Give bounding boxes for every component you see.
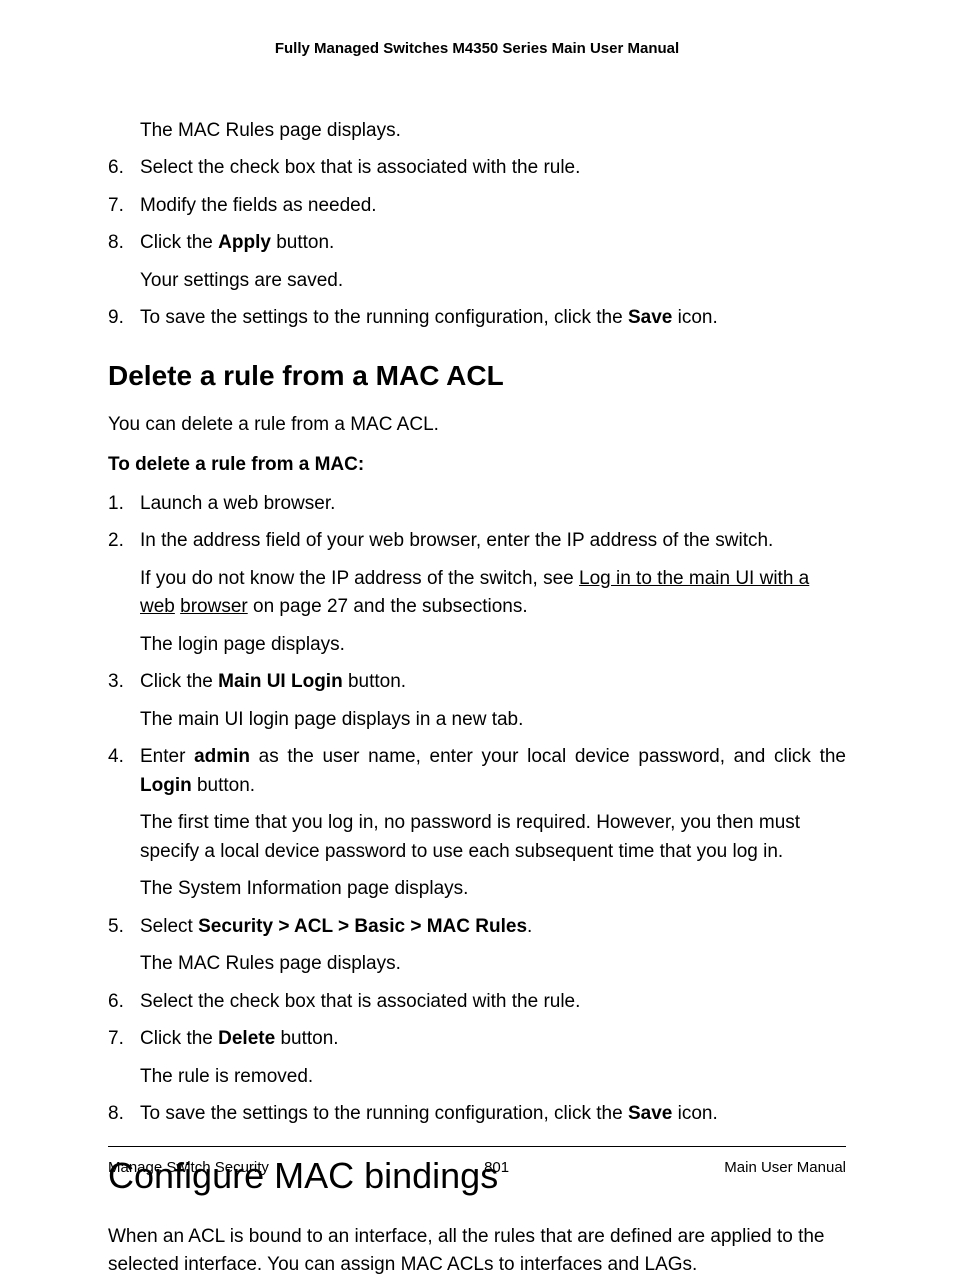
footer-page-number: 801 [484, 1157, 509, 1180]
step-text: Select the check box that is associated … [140, 154, 846, 183]
step-number: 3. [108, 668, 140, 734]
section-intro: You can delete a rule from a MAC ACL. [108, 411, 846, 440]
footer-rule [108, 1146, 846, 1147]
step-followup: The MAC Rules page displays. [140, 117, 846, 146]
step-followup: The first time that you log in, no passw… [140, 809, 846, 866]
step-number: 2. [108, 527, 140, 659]
step-followup: If you do not know the IP address of the… [140, 565, 846, 622]
step-number: 7. [108, 192, 140, 221]
footer-left: Manage Switch Security [108, 1157, 269, 1180]
step-followup: The rule is removed. [140, 1063, 846, 1092]
steps-continued: The MAC Rules page displays. 6. Select t… [108, 117, 846, 333]
step-followup: Your settings are saved. [140, 267, 846, 296]
step-number: 9. [108, 304, 140, 333]
running-header: Fully Managed Switches M4350 Series Main… [108, 38, 846, 61]
step-followup: The MAC Rules page displays. [140, 950, 846, 979]
step-text: To save the settings to the running conf… [140, 304, 846, 333]
step-number: 8. [108, 229, 140, 295]
section-paragraph: When an ACL is bound to an interface, al… [108, 1223, 846, 1280]
step-text: Launch a web browser. [140, 490, 846, 519]
page-footer: Manage Switch Security 801 Main User Man… [108, 1146, 846, 1180]
step-text: Enter admin as the user name, enter your… [140, 743, 846, 800]
steps-delete-rule: 1. Launch a web browser. 2. In the addre… [108, 490, 846, 1129]
step-number: 8. [108, 1100, 140, 1129]
step-text: Click the Main UI Login button. [140, 668, 846, 697]
step-number: 4. [108, 743, 140, 904]
step-followup: The System Information page displays. [140, 875, 846, 904]
step-text: Select the check box that is associated … [140, 988, 846, 1017]
step-number: 6. [108, 988, 140, 1017]
step-text: To save the settings to the running conf… [140, 1100, 846, 1129]
step-number: 6. [108, 154, 140, 183]
step-followup: The login page displays. [140, 631, 846, 660]
link-login-main-ui-cont[interactable]: browser [180, 596, 248, 617]
step-text: Click the Apply button. [140, 229, 846, 258]
page: Fully Managed Switches M4350 Series Main… [0, 0, 954, 1235]
step-number: 1. [108, 490, 140, 519]
step-text: Select Security > ACL > Basic > MAC Rule… [140, 913, 846, 942]
step-text: In the address field of your web browser… [140, 527, 846, 556]
step-text: Modify the fields as needed. [140, 192, 846, 221]
step-text: Click the Delete button. [140, 1025, 846, 1054]
footer-right: Main User Manual [724, 1157, 846, 1180]
step-followup: The main UI login page displays in a new… [140, 706, 846, 735]
step-number: 5. [108, 913, 140, 979]
list-spacer [108, 117, 140, 146]
procedure-subhead: To delete a rule from a MAC: [108, 451, 846, 480]
step-number: 7. [108, 1025, 140, 1091]
section-heading-delete-rule: Delete a rule from a MAC ACL [108, 355, 846, 397]
